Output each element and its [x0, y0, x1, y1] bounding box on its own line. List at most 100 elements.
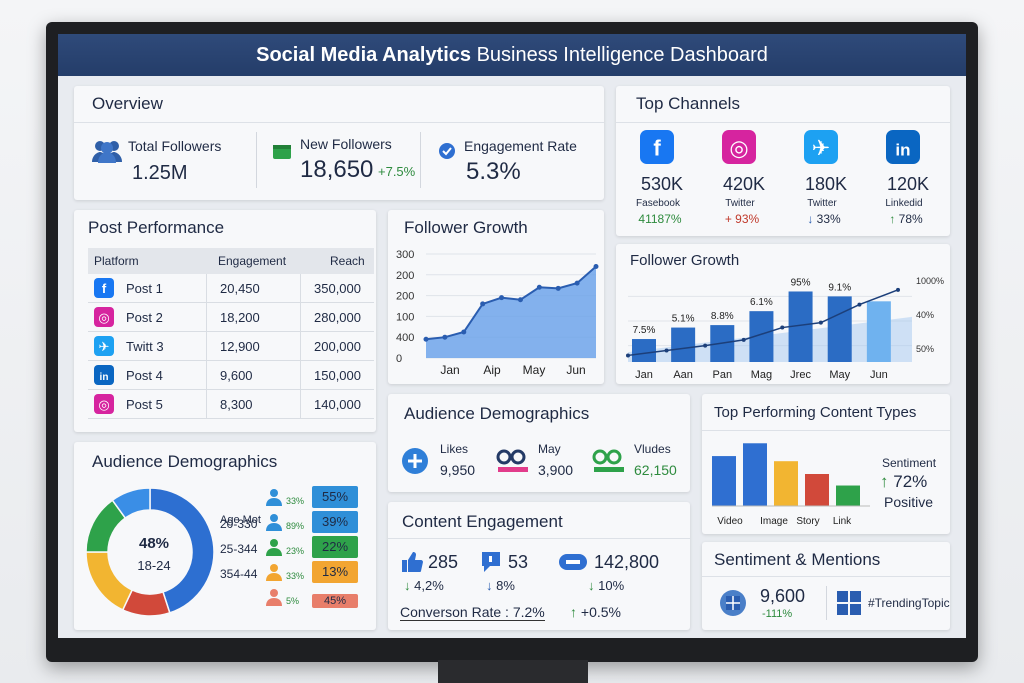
linkedin-icon: in [94, 365, 116, 387]
table-row[interactable]: ◎ Post 5 8,300 140,000 [88, 390, 374, 419]
content-bar [712, 456, 736, 506]
data-point [574, 280, 580, 286]
channel-name: Twitter [725, 198, 755, 209]
post-engagement: 9,600 [220, 368, 253, 383]
new-followers-label: New Followers [300, 136, 392, 152]
post-reach: 140,000 [314, 397, 361, 412]
data-point [423, 336, 429, 342]
may-label: May [538, 442, 561, 456]
x-tick-label: Story [796, 516, 819, 527]
engagement-value: 5.3% [466, 158, 521, 185]
age-share-small: 5% [286, 596, 300, 606]
data-point [517, 297, 523, 303]
age-range-label: 20-330 [220, 517, 258, 531]
shares-change: ↓ 10% [588, 578, 625, 593]
reactions-icon [496, 449, 528, 472]
table-row[interactable]: ✈ Twitt 3 12,900 200,000 [88, 332, 374, 361]
x-tick-label: Link [833, 516, 852, 527]
x-tick-label: Aip [483, 363, 501, 377]
top-channels-title: Top Channels [636, 94, 740, 113]
trending-hashtag[interactable]: #TrendingTopic [868, 596, 950, 610]
trend-point [896, 287, 900, 292]
overview-panel: Overview Total Followers 1.25M New Follo… [74, 86, 604, 200]
cell-divider [300, 390, 301, 418]
channel-change-value: + 93% [724, 212, 760, 226]
table-row[interactable]: ◎ Post 2 18,200 280,000 [88, 303, 374, 332]
users-icon [92, 141, 122, 163]
linkedin-icon: in [886, 130, 922, 166]
audience-mid-title: Audience Demographics [404, 404, 590, 423]
y-tick-label: 200 [396, 270, 414, 282]
new-followers-change: +7.5% [378, 164, 416, 179]
conversion-rate: Converson Rate : 7.2% [400, 604, 545, 621]
follower-growth-panel-1: Follower Growth 300 200 200 100 400 0 Jan Aip Ma… [388, 210, 604, 384]
dashboard-screen: Social Media Analytics Business Intellig… [58, 34, 966, 638]
vludes-label: Vludes [634, 442, 671, 456]
y-tick-label: 0 [396, 353, 402, 365]
channel-change: 41187% [628, 212, 692, 226]
conversion-change: ↑ +0.5% [570, 604, 621, 620]
total-followers-value: 1.25M [132, 162, 188, 184]
channel-change-value: 33% [816, 212, 841, 226]
bar-label: 6.1% [750, 297, 773, 308]
mentions-value: 9,600 [760, 586, 806, 606]
post-reach: 280,000 [314, 310, 361, 325]
age-share-small: 23% [286, 546, 305, 556]
post-performance-panel: Post Performance Platform Engagement Rea… [74, 210, 376, 432]
channel-change: ↑ 78% [874, 212, 938, 226]
x-tick-label: Image [760, 516, 788, 527]
svg-text:✈: ✈ [812, 136, 831, 161]
content-bar [774, 461, 798, 506]
content-bar [805, 474, 829, 506]
y-right-tick-label: 1000% [916, 276, 944, 286]
top-content-title: Top Performing Content Types [714, 404, 917, 421]
facebook-icon: f [94, 278, 116, 300]
share-icon [559, 554, 587, 570]
svg-text:in: in [100, 372, 109, 383]
y-tick-label: 400 [396, 332, 414, 344]
trend-point [780, 325, 785, 330]
top-channels-panel: Top Channels f 530K Fasebook 41187% ◎ 420K Twi… [616, 86, 950, 236]
post-engagement: 18,200 [220, 310, 260, 325]
channel-value: 180K [804, 174, 848, 194]
age-share-small: 33% [286, 571, 305, 581]
cell-divider [300, 361, 301, 389]
data-point [555, 285, 561, 291]
engagement-icon [439, 143, 455, 159]
comments-change: ↓ 8% [486, 578, 515, 593]
x-tick-label: Jan [635, 369, 653, 381]
overview-title: Overview [92, 94, 163, 113]
follower-growth-panel-2: Follower Growth 7.5% Jan 5.1% Aan 8.8% Pan 6.1… [616, 244, 950, 384]
bar-label: 7.5% [633, 325, 656, 336]
cell-divider [300, 274, 301, 302]
post-reach: 350,000 [314, 281, 361, 296]
bar [632, 339, 656, 362]
table-row[interactable]: f Post 1 20,450 350,000 [88, 274, 374, 303]
sentiment-value: 72% [893, 472, 928, 491]
bar-label: 8.8% [711, 311, 734, 322]
cell-divider [300, 303, 301, 331]
trend-point [741, 337, 746, 342]
y-tick-label: 300 [396, 249, 414, 261]
channel-name: Fasebook [636, 198, 680, 209]
table-row[interactable]: in Post 4 9,600 150,000 [88, 361, 374, 390]
calendar-icon [273, 145, 291, 159]
post-performance-title: Post Performance [88, 218, 225, 237]
change-arrow-icon: ↓ [807, 212, 817, 226]
sentiment-mentions-title: Sentiment & Mentions [714, 550, 881, 569]
person-icon [266, 539, 282, 556]
views-icon [592, 449, 624, 472]
x-tick-label: May [523, 363, 546, 377]
age-share-badge: 13% [312, 561, 358, 583]
bar-label: 9.1% [828, 282, 851, 293]
channel-value: 420K [722, 174, 766, 194]
trend-point [626, 353, 630, 358]
x-tick-label: May [829, 369, 850, 381]
age-range-label: 25-344 [220, 542, 258, 556]
age-share-badge: 55% [312, 486, 358, 508]
bar [866, 301, 891, 362]
post-name: Post 1 [126, 281, 163, 296]
sentiment-value-row: ↑ 72% [880, 472, 927, 492]
x-tick-label: Video [717, 516, 743, 527]
x-tick-label: Jrec [790, 369, 811, 381]
